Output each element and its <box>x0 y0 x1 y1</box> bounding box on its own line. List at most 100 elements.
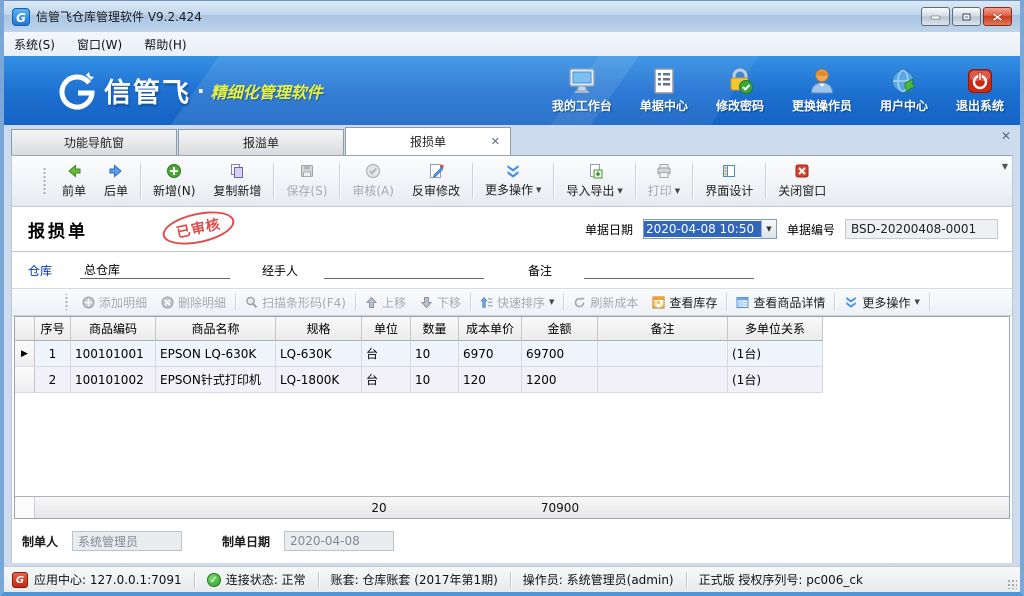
menu-bar: 系统(S) 窗口(W) 帮助(H) <box>4 32 1020 56</box>
detail-toolbar-grip[interactable] <box>64 294 69 310</box>
tab-loss-bill[interactable]: 报损单 ✕ <box>345 127 511 155</box>
tabstrip-close-icon[interactable]: ✕ <box>1001 129 1011 143</box>
restore-icon <box>961 12 972 22</box>
prev-bill-button[interactable]: 前单 <box>53 158 95 204</box>
bill-date-field[interactable]: 2020-04-08 10:50 ▼ <box>643 219 777 239</box>
button-label: 添加明细 <box>99 294 147 311</box>
cell-amount[interactable]: 1200 <box>522 367 598 393</box>
cell-quantity[interactable]: 10 <box>411 367 459 393</box>
quick-sort-button: 快速排序 ▼ <box>473 292 561 313</box>
toolbar-separator <box>273 163 274 199</box>
totals-gutter <box>15 497 35 518</box>
nav-user-center[interactable]: 用户中心 <box>880 67 928 114</box>
table-row[interactable]: ▶ 1 100101001 EPSON LQ-630K LQ-630K 台 10… <box>15 341 1009 367</box>
import-export-button[interactable]: 导入导出▼ <box>557 158 631 204</box>
cell-product-code[interactable]: 100101001 <box>71 341 156 367</box>
cell-unit[interactable]: 台 <box>362 341 411 367</box>
nav-document-center[interactable]: 单据中心 <box>640 67 688 114</box>
column-header[interactable]: 序号 <box>35 317 71 341</box>
warehouse-field[interactable]: 总仓库 <box>80 261 230 279</box>
brand-banner: 信管飞 · 精细化管理软件 我的工作台 <box>4 56 1020 125</box>
column-header[interactable]: 金额 <box>522 317 598 341</box>
make-date-field: 2020-04-08 <box>284 531 394 551</box>
cell-product-code[interactable]: 100101002 <box>71 367 156 393</box>
column-header[interactable]: 商品编码 <box>71 317 156 341</box>
menu-window[interactable]: 窗口(W) <box>77 36 122 53</box>
view-stock-button[interactable]: 查看库存 <box>645 292 724 313</box>
cell-product-name[interactable]: EPSON针式打印机 <box>156 367 276 393</box>
restore-button[interactable] <box>952 7 981 26</box>
column-header[interactable]: 数量 <box>411 317 459 341</box>
detail-more-actions-button[interactable]: 更多操作 ▼ <box>837 292 926 313</box>
unaudit-button[interactable]: 反审修改 <box>403 158 469 204</box>
form-header: 报损单 已审核 单据日期 2020-04-08 10:50 ▼ 单据编号 BSD… <box>12 207 1012 252</box>
cell-cost-price[interactable]: 6970 <box>459 341 522 367</box>
next-bill-button[interactable]: 后单 <box>95 158 137 204</box>
ui-design-button[interactable]: 界面设计 <box>696 158 762 204</box>
nav-exit-system[interactable]: 退出系统 <box>956 67 1004 114</box>
cell-cost-price[interactable]: 120 <box>459 367 522 393</box>
more-actions-button[interactable]: 更多操作▼ <box>476 158 550 204</box>
close-button[interactable] <box>983 7 1012 26</box>
audit-button: 审核(A) <box>343 158 403 204</box>
resize-grip[interactable] <box>1007 579 1017 589</box>
cell-multi-unit[interactable]: (1台) <box>728 367 823 393</box>
cell-quantity[interactable]: 10 <box>411 341 459 367</box>
main-toolbar: 前单 后单 新增(N) 复制新增 保存(S) 审 <box>11 155 1013 207</box>
date-dropdown-button[interactable]: ▼ <box>761 220 776 238</box>
toolbar-separator <box>765 163 766 199</box>
switch-operator-icon <box>808 67 836 95</box>
cell-remark[interactable] <box>598 341 728 367</box>
nav-label: 退出系统 <box>956 97 1004 114</box>
handler-label: 经手人 <box>262 262 298 279</box>
handler-field[interactable] <box>324 261 484 279</box>
dropdown-arrow-icon: ▼ <box>914 298 919 306</box>
column-header[interactable]: 规格 <box>276 317 362 341</box>
button-label: 反审修改 <box>412 182 460 199</box>
column-header[interactable]: 成本单价 <box>459 317 522 341</box>
column-header[interactable]: 备注 <box>598 317 728 341</box>
cell-remark[interactable] <box>598 367 728 393</box>
nav-change-password[interactable]: 修改密码 <box>716 67 764 114</box>
table-row[interactable]: 2 100101002 EPSON针式打印机 LQ-1800K 台 10 120… <box>15 367 1009 393</box>
tab-close-icon[interactable]: ✕ <box>491 135 500 148</box>
column-header[interactable]: 单位 <box>362 317 411 341</box>
new-button[interactable]: 新增(N) <box>144 158 204 204</box>
remark-field[interactable] <box>584 261 754 279</box>
menu-system[interactable]: 系统(S) <box>14 36 55 53</box>
cell-multi-unit[interactable]: (1台) <box>728 341 823 367</box>
tab-function-nav[interactable]: 功能导航窗 <box>11 129 177 155</box>
cell-product-name[interactable]: EPSON LQ-630K <box>156 341 276 367</box>
nav-switch-operator[interactable]: 更换操作员 <box>792 67 852 114</box>
column-header[interactable]: 商品名称 <box>156 317 276 341</box>
detail-toolbar: 添加明细 删除明细 扫描条形码(F4) 上移 下移 <box>12 288 1012 316</box>
cell-seq[interactable]: 2 <box>35 367 71 393</box>
nav-my-workbench[interactable]: 我的工作台 <box>552 67 612 114</box>
tab-overflow-bill[interactable]: 报溢单 <box>178 129 344 155</box>
column-header[interactable]: 多单位关系 <box>728 317 823 341</box>
operator-status: 操作员: 系统管理员(admin) <box>523 571 674 588</box>
title-bar: G 信管飞仓库管理软件 V9.2.424 <box>4 0 1020 32</box>
move-up-button: 上移 <box>358 292 413 313</box>
menu-help[interactable]: 帮助(H) <box>144 36 186 53</box>
cell-unit[interactable]: 台 <box>362 367 411 393</box>
move-down-icon <box>420 296 433 309</box>
view-product-detail-button[interactable]: 查看商品详情 <box>729 292 832 313</box>
refresh-cost-button: 刷新成本 <box>566 292 645 313</box>
minimize-button[interactable] <box>921 7 950 26</box>
close-window-button[interactable]: 关闭窗口 <box>769 158 835 204</box>
bill-no-label: 单据编号 <box>787 221 835 238</box>
cell-spec[interactable]: LQ-1800K <box>276 367 362 393</box>
copy-new-button[interactable]: 复制新增 <box>204 158 270 204</box>
statusbar-separator <box>510 572 511 588</box>
toolbar-grip[interactable] <box>42 166 47 196</box>
cell-seq[interactable]: 1 <box>35 341 71 367</box>
close-icon <box>992 12 1003 22</box>
cell-spec[interactable]: LQ-630K <box>276 341 362 367</box>
dropdown-arrow-icon: ▼ <box>549 298 554 306</box>
copy-icon <box>229 163 245 179</box>
bill-date-label: 单据日期 <box>585 221 633 238</box>
warehouse-label[interactable]: 仓库 <box>28 262 52 279</box>
cell-amount[interactable]: 69700 <box>522 341 598 367</box>
toolbar-overflow-arrow-icon[interactable]: ▼ <box>1002 162 1008 171</box>
